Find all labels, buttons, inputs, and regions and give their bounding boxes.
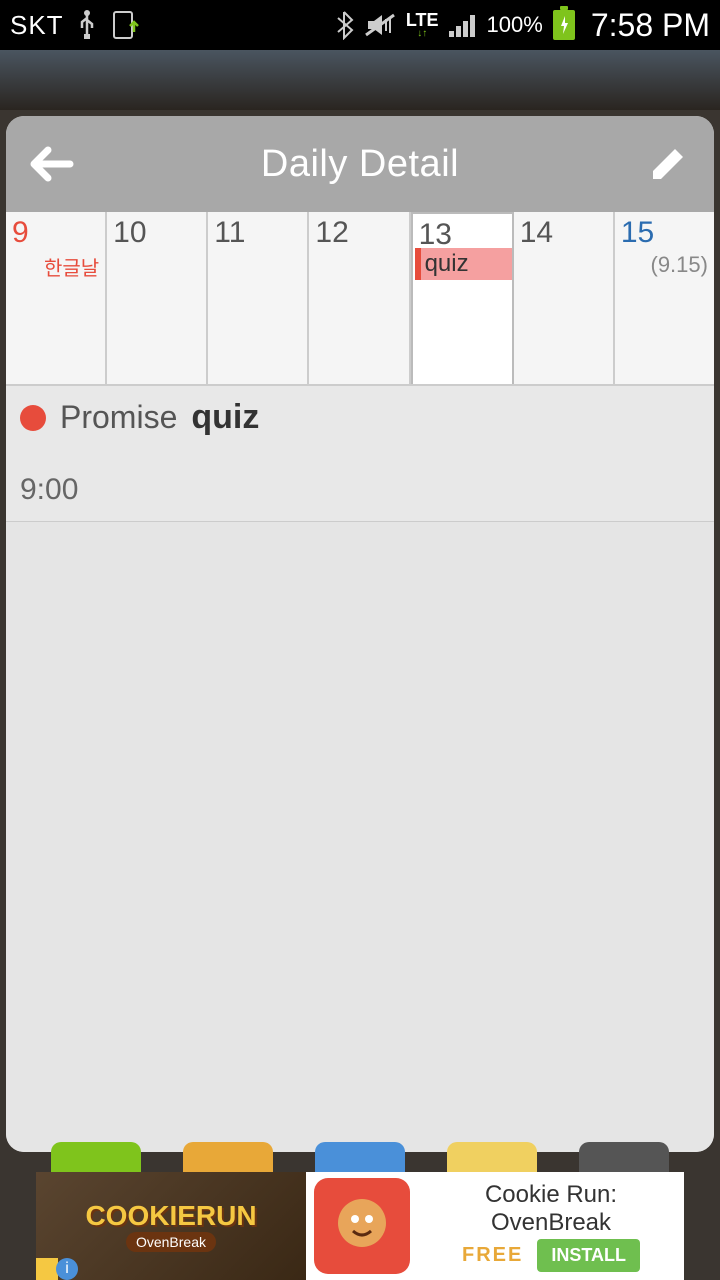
ad-price-label: FREE (462, 1244, 523, 1267)
network-lte-icon: LTE ↓↑ (406, 11, 439, 39)
ad-logo-main: COOKIERUN (85, 1200, 256, 1232)
day-cell-10[interactable]: 10 (107, 212, 208, 384)
day-event-tag: quiz (415, 248, 512, 280)
event-category: Promise (60, 399, 177, 436)
ad-title-line2: OvenBreak (491, 1209, 611, 1237)
ad-title-line1: Cookie Run: (485, 1181, 617, 1209)
modal-title: Daily Detail (76, 143, 644, 186)
carrier-label: SKT (10, 10, 64, 41)
ad-banner[interactable]: COOKIERUN OvenBreak i Cookie Run: OvenBr… (36, 1172, 684, 1280)
daily-detail-modal: Daily Detail 9 한글날 10 11 12 13 quiz 14 1… (6, 116, 714, 1152)
install-button[interactable]: INSTALL (537, 1239, 640, 1272)
day-lunar-label: (9.15) (621, 252, 708, 278)
modal-header: Daily Detail (6, 116, 714, 212)
category-dot-icon (20, 405, 46, 431)
day-cell-13[interactable]: 13 quiz (411, 212, 514, 384)
day-cell-11[interactable]: 11 (208, 212, 309, 384)
clock-time: 7:58 PM (591, 7, 710, 44)
day-holiday-label: 한글날 (12, 252, 99, 281)
sync-icon (110, 10, 140, 40)
mute-icon (364, 11, 396, 39)
event-detail-row[interactable]: Promise quiz (6, 386, 714, 449)
status-bar: SKT LTE ↓↑ 100% 7:58 PM (0, 0, 720, 50)
week-row: 9 한글날 10 11 12 13 quiz 14 15 (9.15) (6, 212, 714, 386)
event-name: quiz (191, 398, 259, 437)
day-cell-15[interactable]: 15 (9.15) (615, 212, 714, 384)
day-cell-14[interactable]: 14 (514, 212, 615, 384)
battery-pct: 100% (487, 12, 543, 38)
day-cell-9[interactable]: 9 한글날 (6, 212, 107, 384)
ad-character-icon (314, 1178, 410, 1274)
empty-content-area (6, 522, 714, 1152)
edit-button[interactable] (644, 140, 692, 188)
back-button[interactable] (28, 140, 76, 188)
day-cell-12[interactable]: 12 (309, 212, 410, 384)
usb-icon (76, 10, 98, 40)
wallpaper-strip (0, 50, 720, 110)
signal-icon (449, 13, 477, 37)
event-time: 9:00 (6, 449, 714, 522)
battery-icon (553, 10, 575, 40)
ad-artwork: COOKIERUN OvenBreak i (36, 1172, 306, 1280)
adchoices-icon[interactable]: i (36, 1258, 78, 1280)
ad-logo-sub: OvenBreak (126, 1232, 216, 1252)
bluetooth-icon (334, 10, 354, 40)
